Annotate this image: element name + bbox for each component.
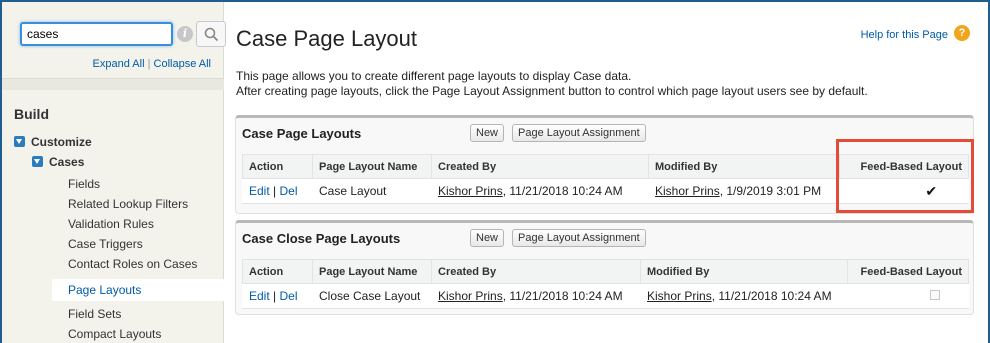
page-layout-assignment-button[interactable]: Page Layout Assignment <box>512 124 646 142</box>
user-link[interactable]: Kishor Prins <box>655 184 720 198</box>
info-icon[interactable]: i <box>177 26 193 42</box>
expand-collapse-links: Expand All | Collapse All <box>93 58 211 70</box>
column-header: Created By <box>431 259 641 284</box>
action-cell: Edit | Del <box>242 283 313 309</box>
help-icon[interactable]: ? <box>954 25 970 41</box>
column-header: Feed-Based Layout <box>839 154 969 179</box>
user-link[interactable]: Kishor Prins <box>438 289 503 303</box>
page-description: This page allows you to create different… <box>236 69 868 99</box>
section-title: Case Close Page Layouts <box>242 231 401 246</box>
user-link[interactable]: Kishor Prins <box>647 289 712 303</box>
search-icon <box>204 27 219 42</box>
build-heading: Build <box>14 106 49 122</box>
checkmark-icon: ✔ <box>925 182 938 199</box>
help-link[interactable]: Help for this Page <box>861 29 948 41</box>
sidebar-item-field-sets[interactable]: Field Sets <box>68 307 121 321</box>
sidebar-item-compact-layouts[interactable]: Compact Layouts <box>68 327 161 341</box>
column-header: Created By <box>431 154 649 179</box>
layouts-table: Action Page Layout Name Created By Modif… <box>242 259 969 309</box>
modified-by-cell: Kishor Prins, 11/21/2018 10:24 AM <box>640 283 848 309</box>
delete-link[interactable]: Del <box>280 184 298 198</box>
collapse-all-link[interactable]: Collapse All <box>154 58 211 70</box>
feed-based-cell: ✔ <box>839 178 969 204</box>
sidebar-item-related-lookup-filters[interactable]: Related Lookup Filters <box>68 197 188 211</box>
table-header-row: Action Page Layout Name Created By Modif… <box>242 154 969 179</box>
created-by-cell: Kishor Prins, 11/21/2018 10:24 AM <box>431 178 649 204</box>
delete-link[interactable]: Del <box>280 289 298 303</box>
sidebar-item-page-layouts[interactable]: Page Layouts <box>52 279 224 301</box>
action-separator: | <box>273 184 277 198</box>
page-title: Case Page Layout <box>236 26 418 51</box>
sidebar-item-case-triggers[interactable]: Case Triggers <box>68 237 143 251</box>
modified-date: , 1/9/2019 3:01 PM <box>719 184 822 198</box>
layouts-table: Action Page Layout Name Created By Modif… <box>242 154 969 204</box>
sidebar-item-fields[interactable]: Fields <box>68 177 100 191</box>
expand-all-link[interactable]: Expand All <box>93 58 145 70</box>
action-cell: Edit | Del <box>242 178 313 204</box>
section-title: Case Page Layouts <box>242 126 362 141</box>
sidebar-divider <box>2 78 224 90</box>
modified-date: , 11/21/2018 10:24 AM <box>711 289 832 303</box>
sidebar-item-validation-rules[interactable]: Validation Rules <box>68 217 154 231</box>
column-header: Feed-Based Layout <box>847 259 969 284</box>
description-line: After creating page layouts, click the P… <box>236 84 868 98</box>
setup-sidebar: i Expand All | Collapse All Build Custom… <box>2 2 226 343</box>
column-header: Page Layout Name <box>312 154 432 179</box>
description-line: This page allows you to create different… <box>236 69 632 83</box>
tree-item-label: Customize <box>31 135 92 149</box>
sidebar-item-contact-roles[interactable]: Contact Roles on Cases <box>68 257 197 271</box>
case-page-layouts-panel: Case Page Layouts New Page Layout Assign… <box>235 115 974 214</box>
column-header: Modified By <box>640 259 848 284</box>
feed-based-cell <box>847 283 969 309</box>
created-date: , 11/21/2018 10:24 AM <box>502 289 623 303</box>
column-header: Page Layout Name <box>312 259 432 284</box>
edit-link[interactable]: Edit <box>249 184 270 198</box>
table-row: Edit | Del Close Case Layout Kishor Prin… <box>242 283 969 309</box>
search-button[interactable] <box>196 21 226 47</box>
layout-name-cell: Case Layout <box>312 178 432 204</box>
edit-link[interactable]: Edit <box>249 289 270 303</box>
checkbox-icon <box>930 290 941 300</box>
tree-item-customize[interactable]: Customize <box>14 135 92 149</box>
created-by-cell: Kishor Prins, 11/21/2018 10:24 AM <box>431 283 641 309</box>
page-layout-assignment-button[interactable]: Page Layout Assignment <box>512 229 646 247</box>
case-close-page-layouts-panel: Case Close Page Layouts New Page Layout … <box>235 220 974 315</box>
collapse-toggle-icon[interactable] <box>32 156 43 167</box>
collapse-toggle-icon[interactable] <box>14 136 25 147</box>
tree-item-cases[interactable]: Cases <box>32 155 84 169</box>
column-header: Action <box>242 154 313 179</box>
user-link[interactable]: Kishor Prins <box>438 184 503 198</box>
column-header: Modified By <box>648 154 840 179</box>
quick-find: i <box>16 20 226 48</box>
action-separator: | <box>273 289 277 303</box>
main-content: Case Page Layout Help for this Page ? Th… <box>224 2 988 343</box>
new-button[interactable]: New <box>470 229 505 247</box>
new-button[interactable]: New <box>470 124 505 142</box>
table-header-row: Action Page Layout Name Created By Modif… <box>242 259 969 284</box>
quick-find-input[interactable] <box>20 22 173 46</box>
layout-name-cell: Close Case Layout <box>312 283 432 309</box>
modified-by-cell: Kishor Prins, 1/9/2019 3:01 PM <box>648 178 840 204</box>
column-header: Action <box>242 259 313 284</box>
link-separator: | <box>147 58 151 70</box>
table-row: Edit | Del Case Layout Kishor Prins, 11/… <box>242 178 969 204</box>
created-date: , 11/21/2018 10:24 AM <box>502 184 623 198</box>
tree-item-label: Cases <box>49 155 85 169</box>
